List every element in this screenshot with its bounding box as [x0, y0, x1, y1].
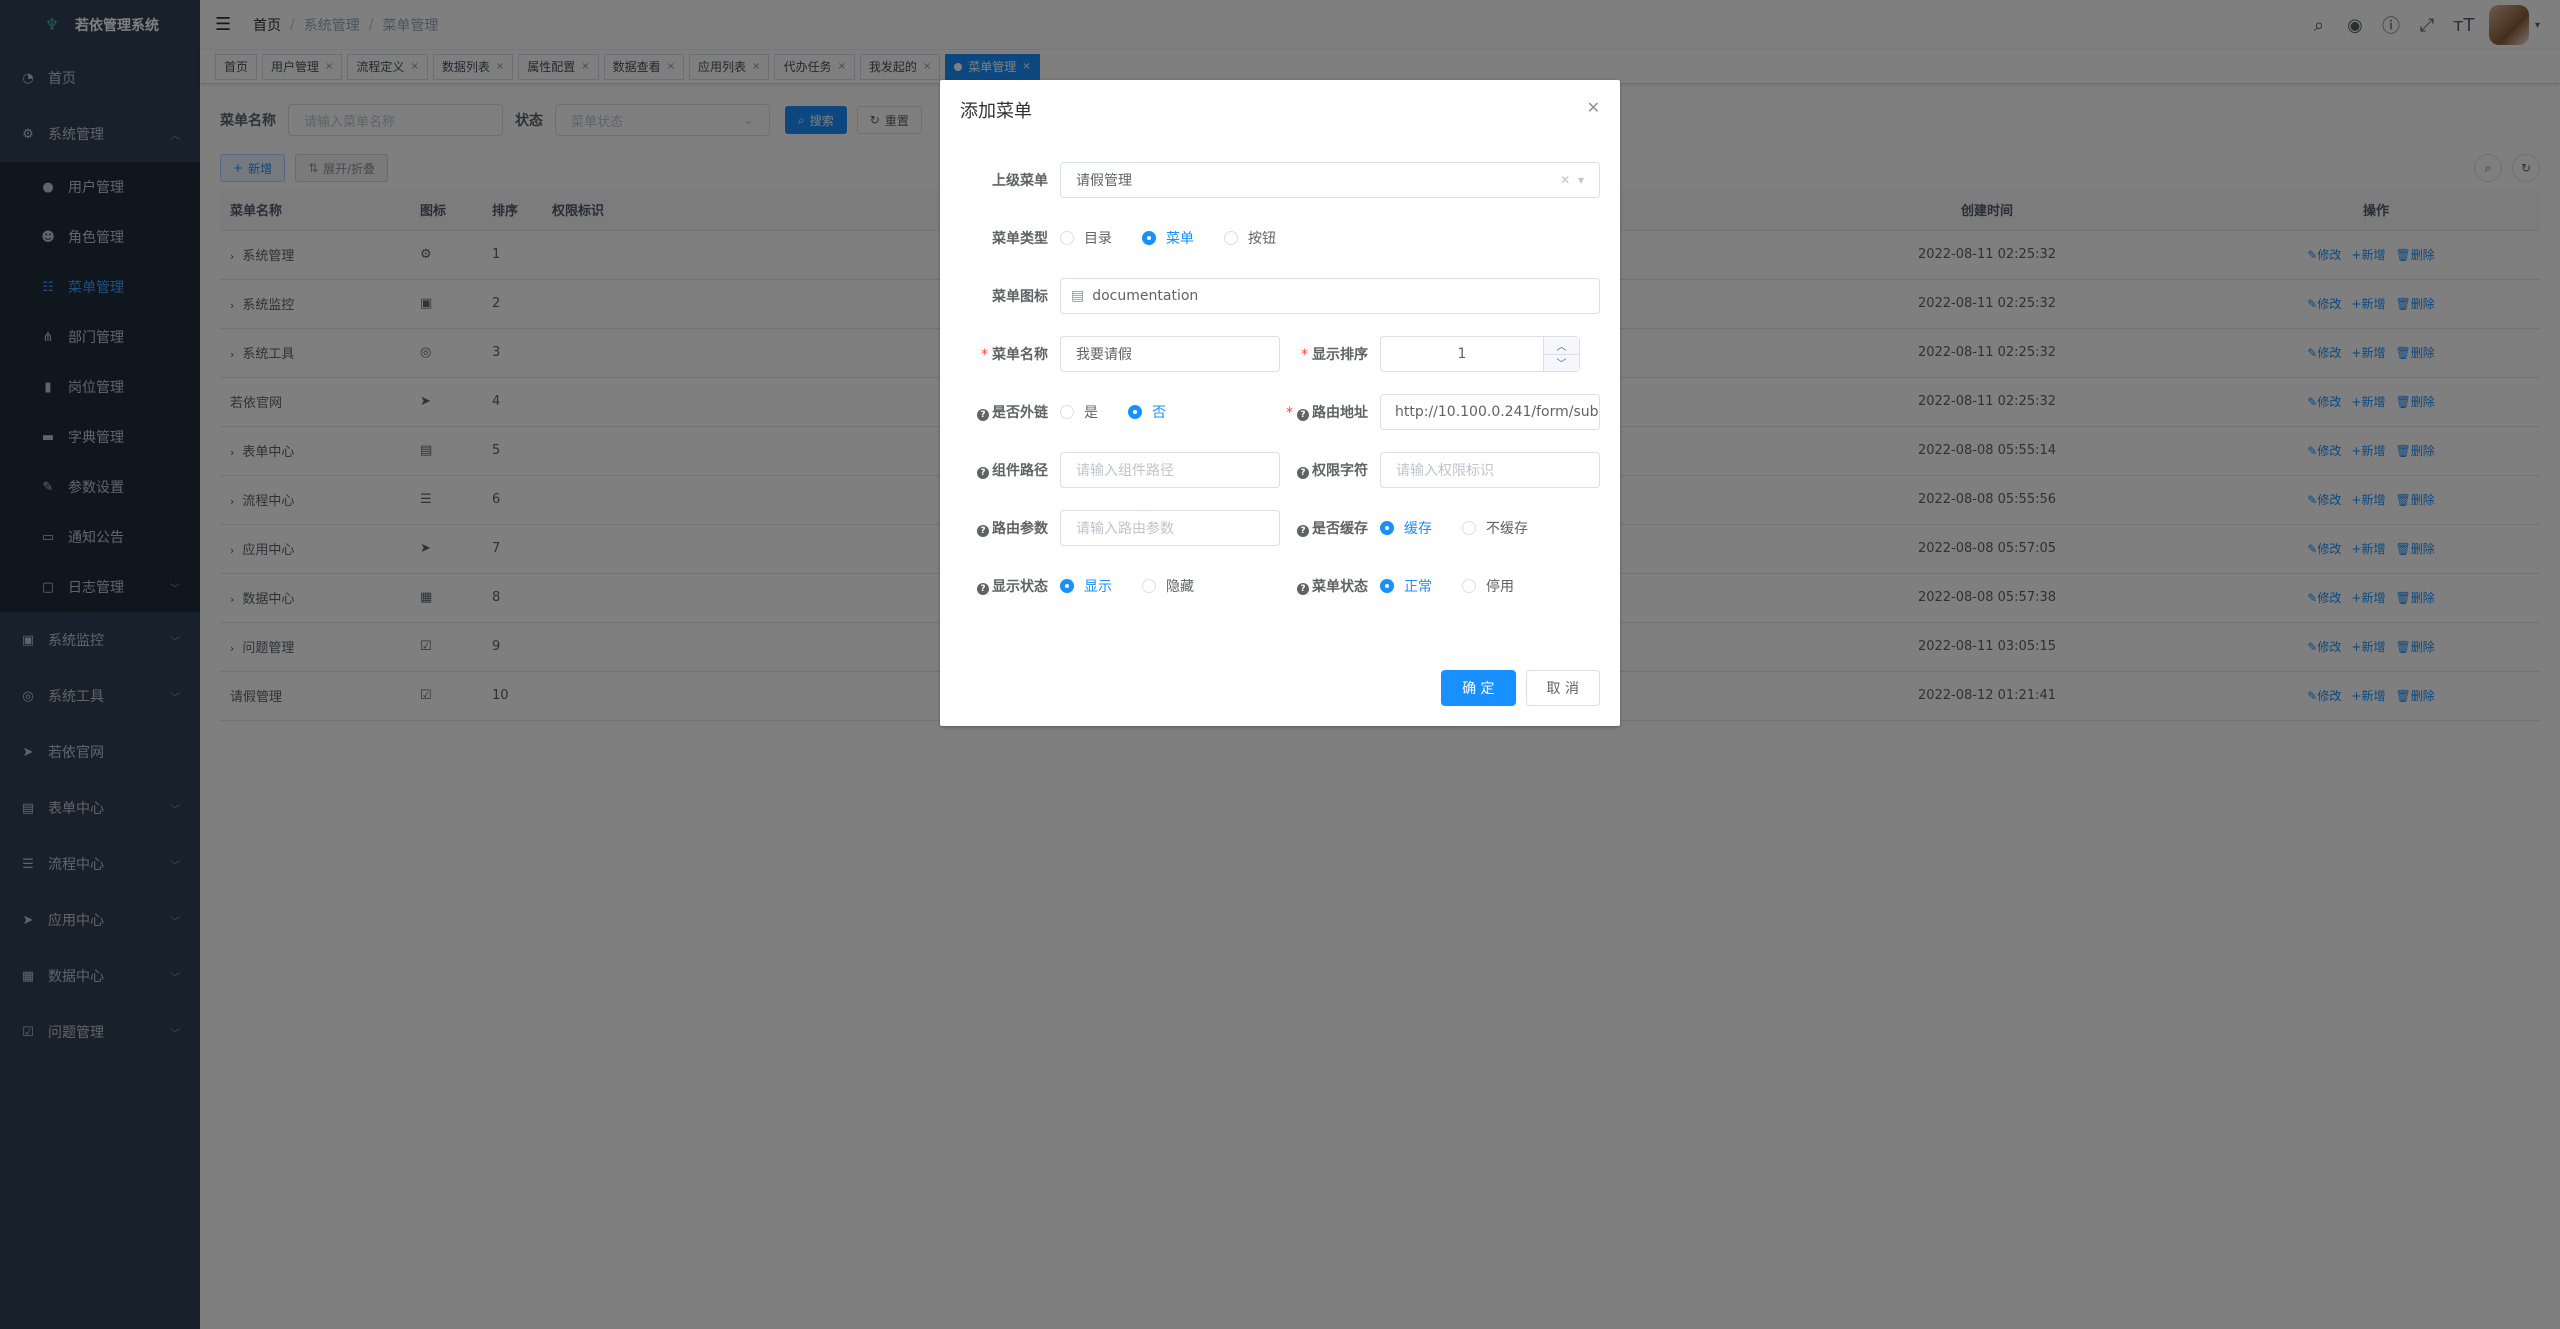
parent-menu-row: 上级菜单 请假管理 ✕ ▾ [960, 162, 1600, 198]
visible-show-radio[interactable]: 显示 [1060, 576, 1112, 596]
question-icon: ? [977, 467, 989, 479]
status-normal-radio[interactable]: 正常 [1380, 576, 1432, 596]
question-icon: ? [1297, 525, 1309, 537]
perms-row: ? 权限字符 请输入权限标识 [1280, 452, 1600, 488]
question-icon: ? [1297, 583, 1309, 595]
dialog-body: 上级菜单 请假管理 ✕ ▾ 菜单类型 目录 菜单 按钮 菜单图标 ▤ docum… [940, 142, 1620, 642]
order-row: * 显示排序 1 ︿ ﹀ [1280, 336, 1580, 372]
menu-name-label: * 菜单名称 [981, 347, 1048, 363]
external-link-label: ? 是否外链 [960, 402, 1060, 422]
menu-name-row: * 菜单名称 我要请假 [960, 336, 1280, 372]
question-icon: ? [977, 525, 989, 537]
status-disabled-radio[interactable]: 停用 [1462, 576, 1514, 596]
perms-input[interactable]: 请输入权限标识 [1380, 452, 1600, 488]
visible-label: ? 显示状态 [960, 576, 1060, 596]
status-row: ? 菜单状态 正常 停用 [1280, 568, 1544, 604]
add-menu-dialog: 添加菜单 ✕ 上级菜单 请假管理 ✕ ▾ 菜单类型 目录 菜单 按钮 菜单图标 … [940, 80, 1620, 726]
caret-down-icon: ▾ [1577, 173, 1584, 187]
type-directory-radio[interactable]: 目录 [1060, 228, 1112, 248]
chevron-up-icon[interactable]: ︿ [1544, 337, 1579, 355]
component-label: ? 组件路径 [960, 460, 1060, 480]
route-query-input[interactable]: 请输入路由参数 [1060, 510, 1280, 546]
menu-type-row: 菜单类型 目录 菜单 按钮 [960, 220, 1306, 256]
dialog-footer: 确 定 取 消 [1441, 670, 1600, 706]
menu-icon-row: 菜单图标 ▤ documentation [960, 278, 1600, 314]
menu-name-input[interactable]: 我要请假 [1060, 336, 1280, 372]
cache-no-radio[interactable]: 不缓存 [1462, 518, 1528, 538]
cancel-button[interactable]: 取 消 [1525, 670, 1600, 706]
dialog-title: 添加菜单 [960, 101, 1032, 122]
route-path-row: *? 路由地址 http://10.100.0.241/form/subm [1280, 394, 1600, 430]
documentation-icon: ▤ [1071, 288, 1085, 304]
clear-icon[interactable]: ✕ [1560, 173, 1570, 187]
order-label: * 显示排序 [1301, 347, 1368, 363]
parent-menu-label: 上级菜单 [992, 173, 1048, 189]
order-stepper[interactable]: 1 ︿ ﹀ [1380, 336, 1580, 372]
perms-label: ? 权限字符 [1280, 460, 1380, 480]
confirm-button[interactable]: 确 定 [1441, 670, 1516, 706]
cache-yes-radio[interactable]: 缓存 [1380, 518, 1432, 538]
menu-type-label: 菜单类型 [992, 231, 1048, 247]
question-icon: ? [1297, 467, 1309, 479]
question-icon: ? [977, 583, 989, 595]
external-no-radio[interactable]: 否 [1128, 402, 1166, 422]
route-query-row: ? 路由参数 请输入路由参数 [960, 510, 1280, 546]
visible-row: ? 显示状态 显示 隐藏 [960, 568, 1224, 604]
question-icon: ? [1297, 409, 1309, 421]
cache-label: ? 是否缓存 [1280, 518, 1380, 538]
external-yes-radio[interactable]: 是 [1060, 402, 1098, 422]
cache-row: ? 是否缓存 缓存 不缓存 [1280, 510, 1558, 546]
route-path-input[interactable]: http://10.100.0.241/form/subm [1380, 394, 1600, 430]
route-query-label: ? 路由参数 [960, 518, 1060, 538]
menu-icon-label: 菜单图标 [992, 289, 1048, 305]
component-input[interactable]: 请输入组件路径 [1060, 452, 1280, 488]
type-button-radio[interactable]: 按钮 [1224, 228, 1276, 248]
parent-menu-select[interactable]: 请假管理 ✕ ▾ [1060, 162, 1600, 198]
menu-icon-input[interactable]: ▤ documentation [1060, 278, 1600, 314]
external-link-row: ? 是否外链 是 否 [960, 394, 1196, 430]
visible-hide-radio[interactable]: 隐藏 [1142, 576, 1194, 596]
type-menu-radio[interactable]: 菜单 [1142, 228, 1194, 248]
dialog-header: 添加菜单 ✕ [940, 80, 1620, 142]
status-label: ? 菜单状态 [1280, 576, 1380, 596]
chevron-down-icon[interactable]: ﹀ [1544, 355, 1579, 372]
route-path-label: *? 路由地址 [1286, 405, 1368, 421]
component-row: ? 组件路径 请输入组件路径 [960, 452, 1280, 488]
question-icon: ? [977, 409, 989, 421]
close-icon[interactable]: ✕ [1587, 98, 1600, 117]
